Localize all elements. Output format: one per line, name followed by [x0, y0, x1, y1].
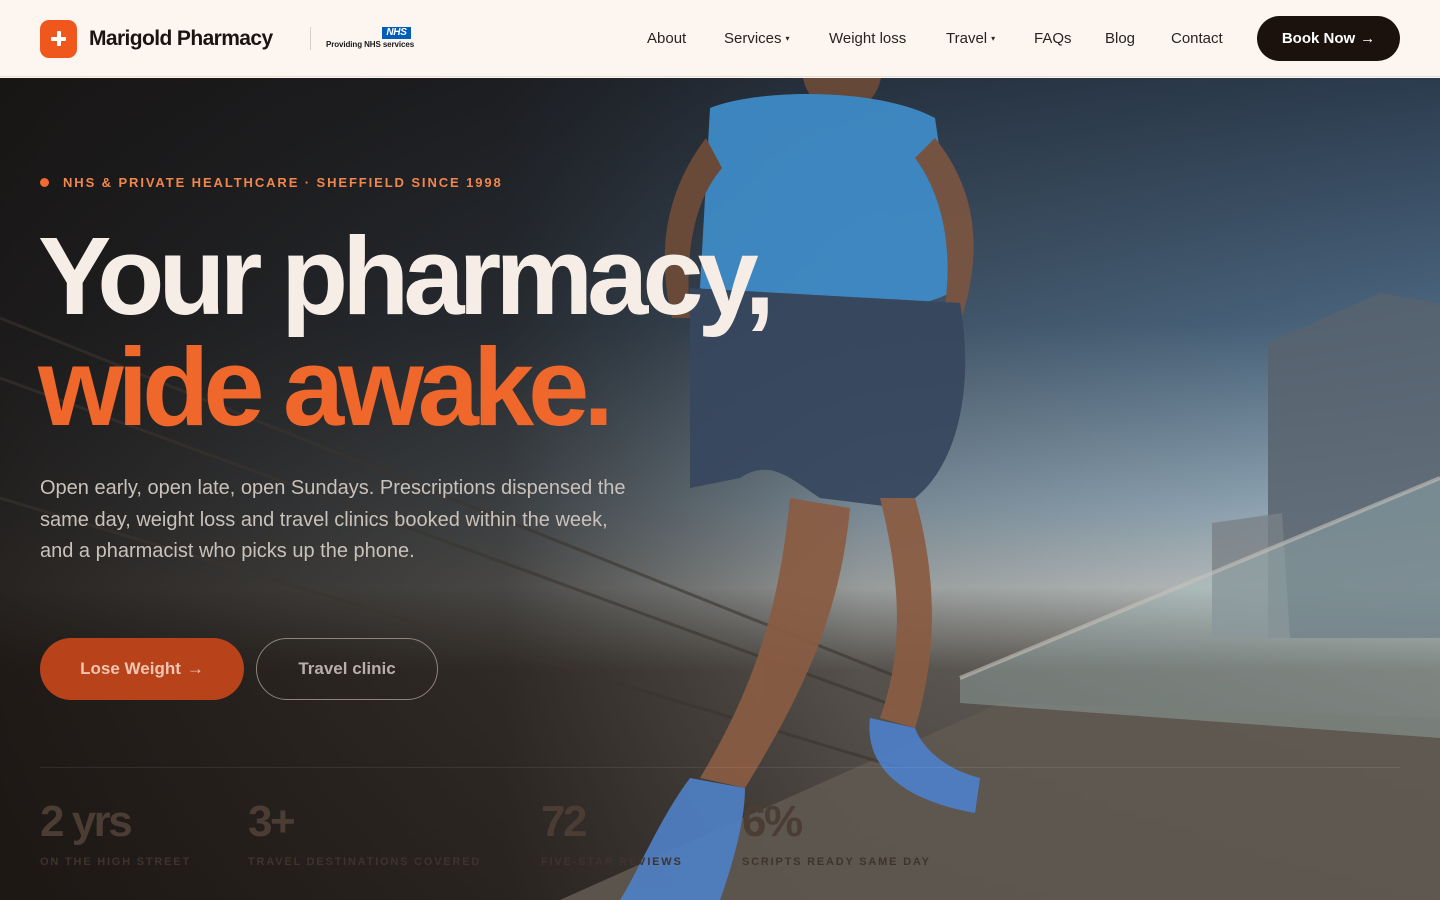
stats-divider — [40, 767, 1400, 768]
nav-blog-label: Blog — [1105, 30, 1136, 47]
book-now-label: Book Now — [1281, 30, 1356, 47]
book-now-button[interactable]: Book Now → — [1257, 16, 1400, 61]
nav-about-label: About — [647, 30, 687, 47]
stat-value: 6% — [742, 797, 803, 846]
dot-icon — [40, 178, 49, 187]
runner-figure — [620, 78, 980, 900]
stat-value: 2 yrs — [40, 797, 133, 846]
chevron-down-icon: ▾ — [991, 34, 996, 43]
nav-about[interactable]: About — [647, 30, 686, 47]
nav-travel[interactable]: Travel ▾ — [946, 30, 995, 47]
stat-item: 3+ TRAVEL DESTINATIONS COVERED — [248, 797, 482, 869]
stat-label: FIVE-STAR REVIEWS — [541, 856, 683, 868]
stat-item: 6% SCRIPTS READY SAME DAY — [742, 797, 931, 869]
hero-section: NHS & PRIVATE HEALTHCARE · SHEFFIELD SIN… — [0, 78, 1440, 900]
headline-line-1: Your pharmacy, — [38, 215, 775, 338]
arrow-right-icon: → — [1360, 30, 1376, 47]
eyebrow: NHS & PRIVATE HEALTHCARE · SHEFFIELD SIN… — [40, 175, 503, 190]
stat-label: TRAVEL DESTINATIONS COVERED — [248, 856, 482, 868]
nav-services-label: Services — [724, 30, 782, 47]
nav-contact[interactable]: Contact — [1171, 30, 1223, 47]
lose-weight-button[interactable]: Lose Weight → — [40, 638, 244, 700]
nav-faqs[interactable]: FAQs — [1034, 30, 1072, 47]
arrow-right-icon: → — [186, 659, 204, 678]
stat-item: 72 FIVE-STAR REVIEWS — [541, 797, 683, 869]
main-nav: About Services ▾ Weight loss Travel ▾ FAQs… — [0, 30, 1440, 50]
lose-weight-label: Lose Weight — [80, 659, 181, 678]
stat-value: 3+ — [248, 797, 296, 846]
headline-line-2: wide awake. — [38, 326, 614, 449]
travel-clinic-label: Travel clinic — [298, 659, 396, 678]
nav-weight-loss-label: Weight loss — [829, 30, 907, 47]
site-header: Marigold Pharmacy NHS Providing NHS serv… — [0, 0, 1440, 77]
stat-label: SCRIPTS READY SAME DAY — [742, 856, 931, 868]
stat-value: 72 — [541, 797, 587, 846]
nav-faqs-label: FAQs — [1034, 30, 1072, 47]
hero-lead: Open early, open late, open Sundays. Pre… — [40, 477, 626, 562]
stat-item: 2 yrs ON THE HIGH STREET — [40, 797, 191, 869]
nav-blog[interactable]: Blog — [1105, 30, 1135, 47]
glass-railing — [960, 478, 1440, 738]
travel-clinic-button[interactable]: Travel clinic — [256, 638, 438, 700]
nav-contact-label: Contact — [1171, 30, 1223, 47]
stat-label: ON THE HIGH STREET — [40, 856, 191, 868]
nav-services[interactable]: Services ▾ — [724, 30, 790, 47]
eyebrow-text: NHS & PRIVATE HEALTHCARE · SHEFFIELD SIN… — [63, 175, 503, 190]
chevron-down-icon: ▾ — [785, 34, 790, 43]
nav-travel-label: Travel — [946, 30, 988, 47]
nav-weight-loss[interactable]: Weight loss — [829, 30, 906, 47]
